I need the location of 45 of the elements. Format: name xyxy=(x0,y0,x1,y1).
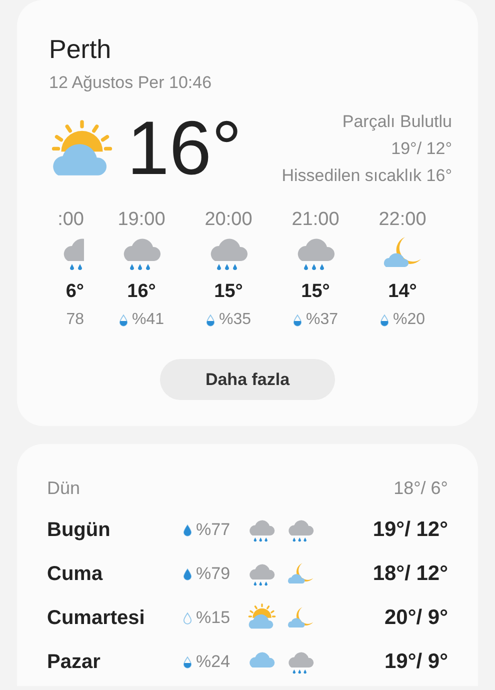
yesterday-label: Dün xyxy=(47,478,80,498)
precipitation-chance: %37 xyxy=(306,311,338,329)
hour-time: 21:00 xyxy=(292,209,340,231)
precipitation-chance: %24 xyxy=(196,652,230,672)
city-name: Perth xyxy=(49,34,112,65)
hour-temperature: 16° xyxy=(127,281,156,303)
drop-icon xyxy=(183,524,192,536)
condition-text: Parçalı Bulutlu xyxy=(342,112,452,132)
day-name: Cumartesi xyxy=(47,606,146,630)
more-button[interactable]: Daha fazla xyxy=(160,359,335,400)
hour-temperature: 14° xyxy=(388,281,417,303)
drop-icon xyxy=(183,656,192,668)
day-temperature: 18°/ 12° xyxy=(372,562,448,586)
current-temperature: 16° xyxy=(127,111,242,187)
hour-temperature: 15° xyxy=(214,281,243,303)
drop-icon xyxy=(183,568,192,580)
day-name: Cuma xyxy=(47,562,104,586)
high-low-temperature: 19°/ 12° xyxy=(391,139,452,159)
sun-cloud-icon xyxy=(247,603,277,630)
day-name: Bugün xyxy=(47,518,112,542)
drop-icon xyxy=(206,314,215,326)
hour-time: :00 xyxy=(58,209,84,231)
hour-temperature: 6° xyxy=(66,281,84,303)
precipitation-chance: %20 xyxy=(392,311,426,329)
hour-time: 19:00 xyxy=(118,209,166,231)
hour-temperature: 15° xyxy=(301,281,330,303)
precipitation-chance: %79 xyxy=(196,564,230,584)
day-temperature: 19°/ 12° xyxy=(372,518,448,542)
drop-icon xyxy=(118,314,128,326)
precipitation-chance: %77 xyxy=(196,520,230,540)
precipitation-chance: %41 xyxy=(132,311,164,329)
yesterday-temperature: 18°/ 6° xyxy=(394,478,448,498)
day-name: Pazar xyxy=(47,650,102,674)
drop-icon xyxy=(292,314,302,326)
date-time: 12 Ağustos Per 10:46 xyxy=(49,73,213,93)
day-temperature: 20°/ 9° xyxy=(384,606,448,630)
feels-like-text: Hissedilen sıcaklık 16° xyxy=(282,166,452,186)
precipitation-chance: %35 xyxy=(218,311,252,329)
hour-time: 22:00 xyxy=(378,209,426,231)
hour-time: 20:00 xyxy=(204,209,252,231)
precipitation-chance: 78 xyxy=(66,311,84,329)
precipitation-chance: %15 xyxy=(196,608,230,628)
drop-icon xyxy=(380,314,389,326)
drop-icon xyxy=(183,612,192,624)
day-temperature: 19°/ 9° xyxy=(384,650,448,674)
